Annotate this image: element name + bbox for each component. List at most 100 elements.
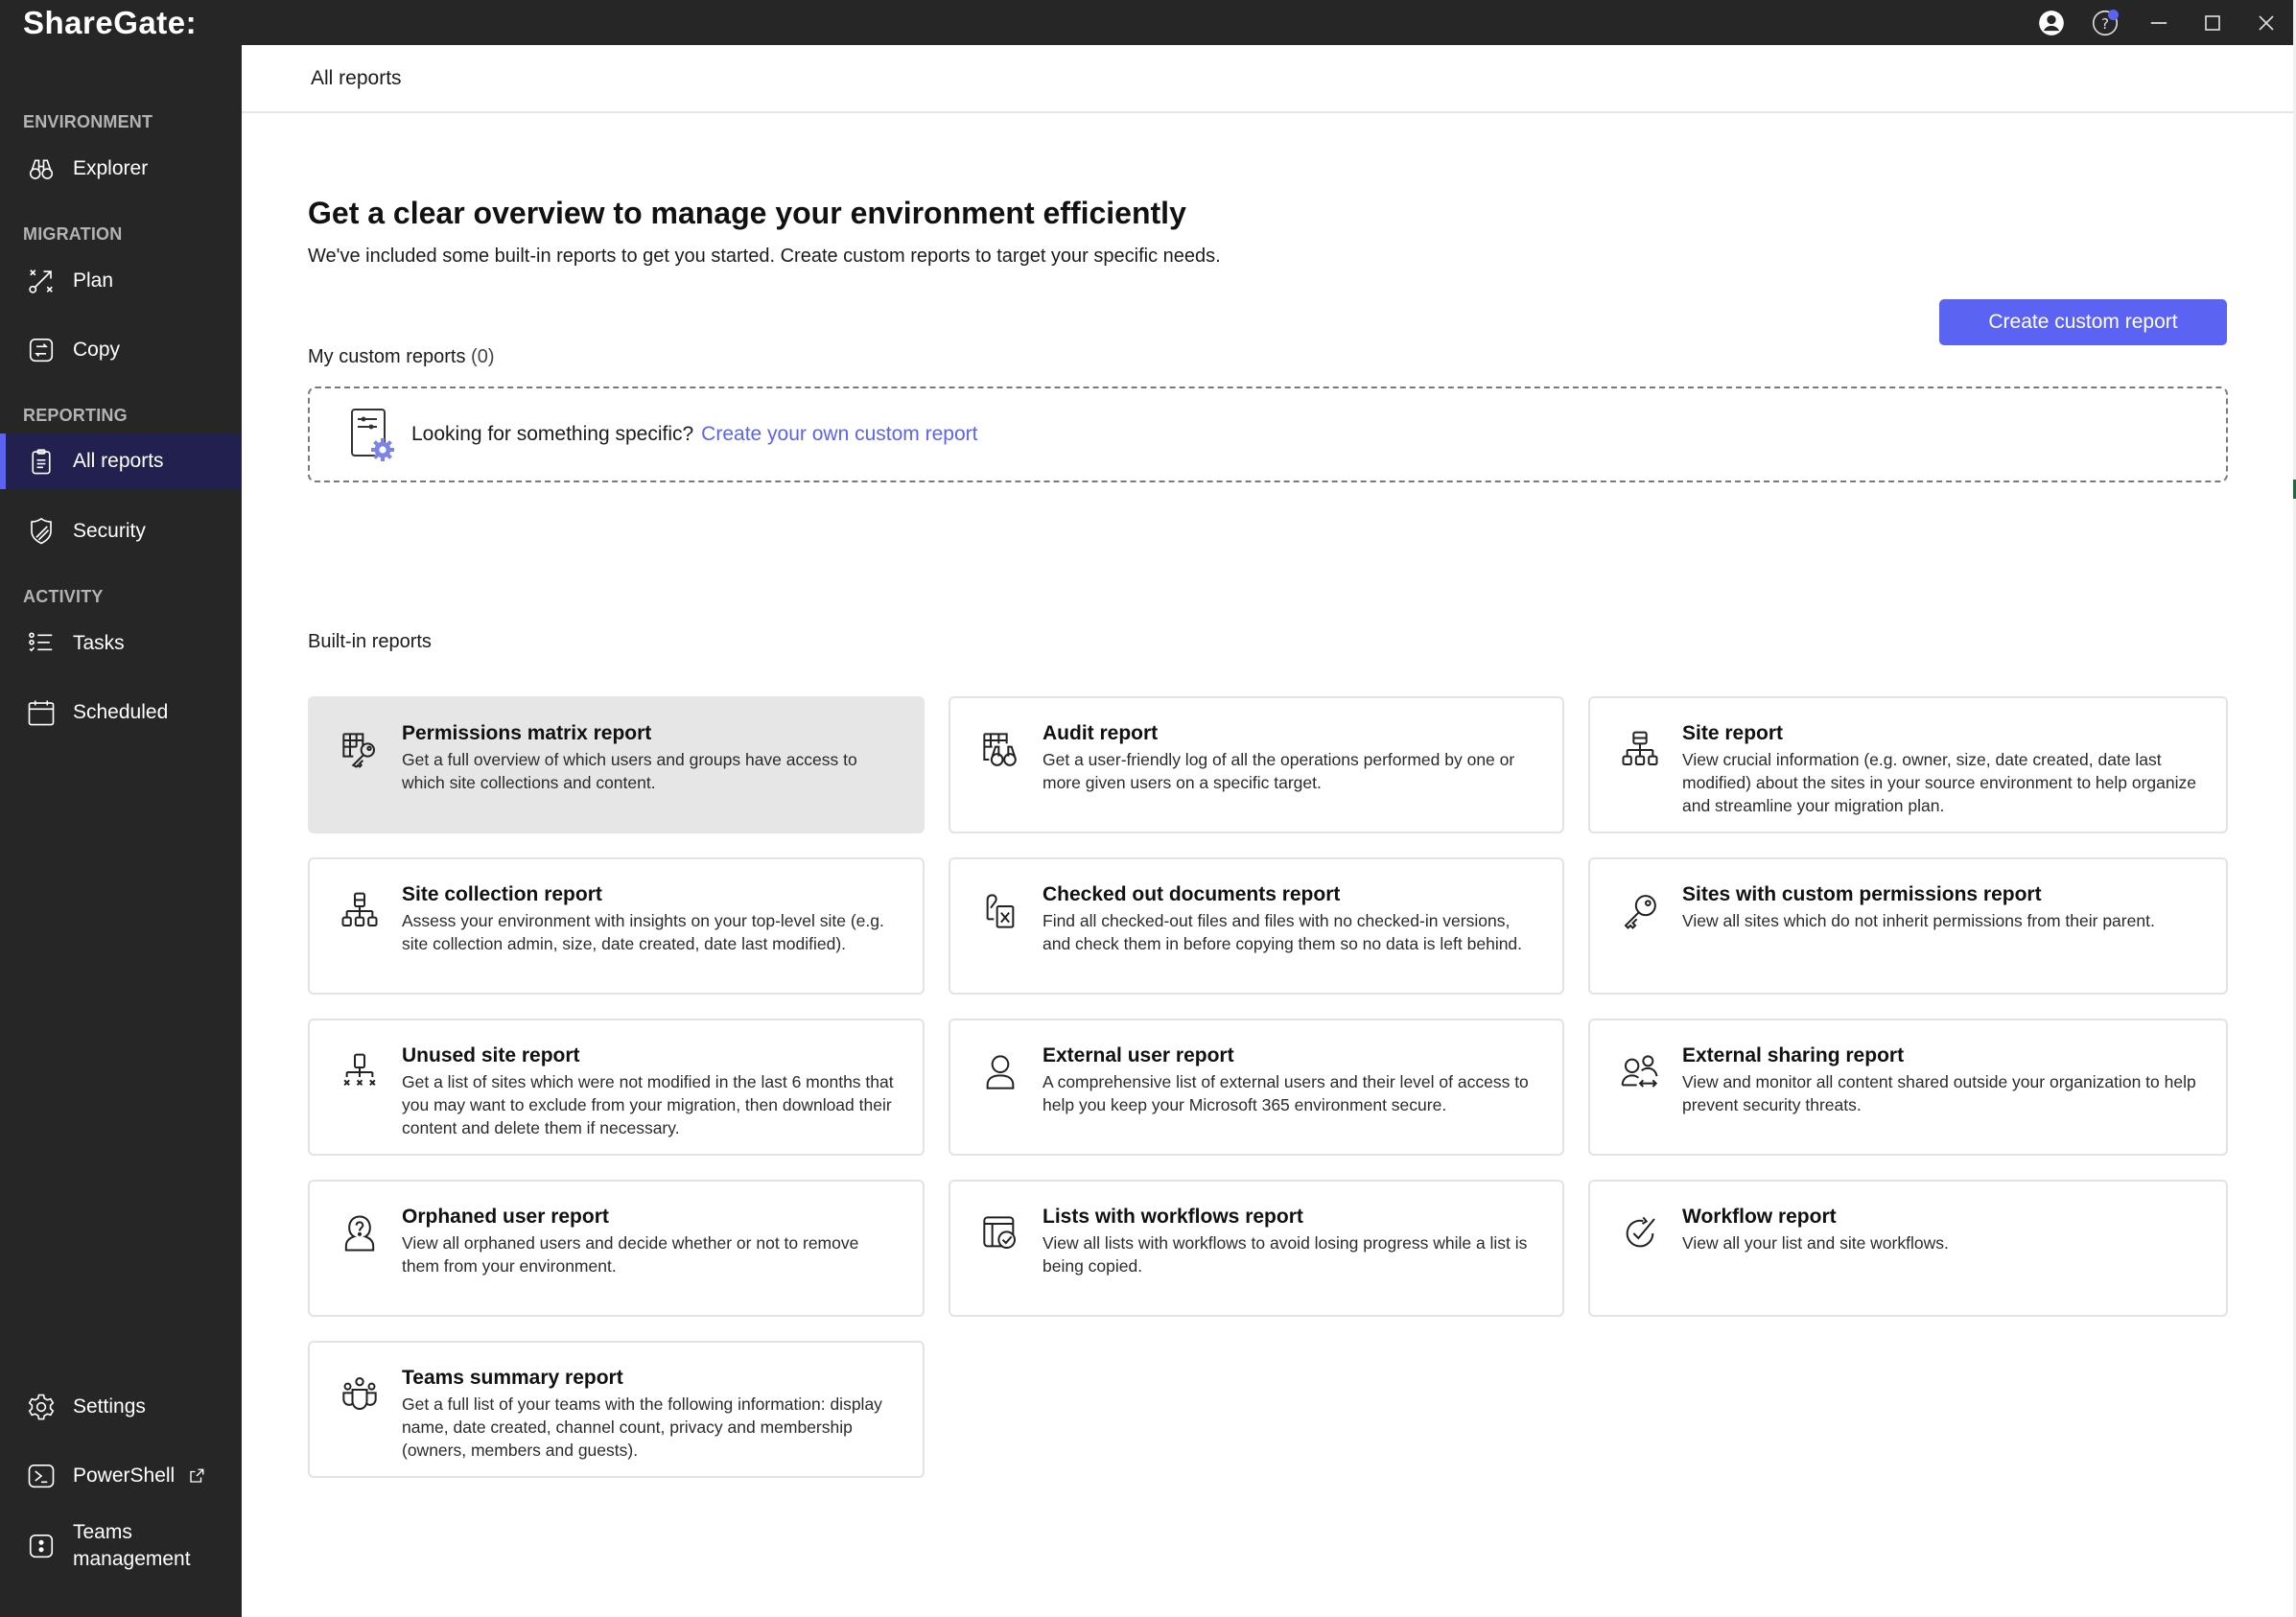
report-card-external-sharing[interactable]: External sharing report View and monitor… — [1588, 1019, 2228, 1156]
report-card-sites-custom-permissions[interactable]: Sites with custom permissions report Vie… — [1588, 857, 2228, 995]
report-title: Sites with custom permissions report — [1682, 883, 2042, 905]
create-own-report-link[interactable]: Create your own custom report — [701, 423, 977, 446]
clipboard-icon — [27, 447, 56, 476]
page-header: All reports — [242, 45, 2293, 113]
section-label-reporting: REPORTING — [23, 406, 128, 425]
sidebar-item-scheduled[interactable]: Scheduled — [0, 685, 242, 740]
page-subtitle: We've included some built-in reports to … — [308, 246, 1221, 267]
workflow-icon — [1621, 1214, 1659, 1253]
empty-state-prompt: Looking for something specific? — [411, 423, 694, 445]
tasks-icon — [27, 629, 56, 658]
create-custom-report-button[interactable]: Create custom report — [1939, 299, 2227, 345]
report-card-audit[interactable]: Audit report Get a user-friendly log of … — [949, 696, 1564, 833]
report-title: Checked out documents report — [1043, 883, 1341, 905]
section-label-environment: ENVIRONMENT — [23, 112, 153, 131]
sidebar-item-all-reports[interactable]: All reports — [0, 434, 242, 489]
report-description: A comprehensive list of external users a… — [1043, 1072, 1529, 1114]
list-workflow-icon — [981, 1214, 1019, 1253]
calendar-icon — [27, 698, 56, 727]
teams-group-icon — [340, 1375, 379, 1414]
custom-reports-heading: My custom reports (0) — [308, 346, 495, 367]
checked-out-document-icon — [981, 892, 1019, 930]
shield-icon — [27, 517, 56, 546]
report-description: View all your list and site workflows. — [1682, 1233, 1949, 1253]
report-card-lists-with-workflows[interactable]: Lists with workflows report View all lis… — [949, 1180, 1564, 1317]
sidebar-item-security[interactable]: Security — [0, 504, 242, 559]
custom-reports-count: (0) — [471, 346, 495, 367]
report-card-unused-site[interactable]: Unused site report Get a list of sites w… — [308, 1019, 925, 1156]
sidebar-item-label: Scheduled — [73, 701, 169, 723]
sidebar-item-teams-management[interactable]: Teams management — [0, 1512, 242, 1580]
section-label-migration: MIGRATION — [23, 224, 123, 244]
report-description: View all lists with workflows to avoid l… — [1043, 1233, 1528, 1276]
terminal-icon — [27, 1462, 56, 1490]
report-title: Permissions matrix report — [402, 722, 652, 744]
title-bar: ShareGate: ? — [0, 0, 2293, 45]
key-icon — [1621, 892, 1659, 930]
help-button[interactable]: ? — [2078, 0, 2132, 45]
plan-icon — [27, 267, 56, 295]
window-controls: ? — [2025, 0, 2293, 45]
maximize-button[interactable] — [2186, 0, 2239, 45]
sidebar-item-label: Teams management — [73, 1521, 191, 1570]
report-card-orphaned-user[interactable]: Orphaned user report View all orphaned u… — [308, 1180, 925, 1317]
report-description: Assess your environment with insights on… — [402, 911, 884, 953]
custom-report-document-icon — [351, 409, 394, 461]
sidebar-item-label: Plan — [73, 270, 114, 292]
notification-badge — [2108, 10, 2119, 20]
report-card-permissions-matrix[interactable]: Permissions matrix report Get a full ove… — [308, 696, 925, 833]
report-description: Get a user-friendly log of all the opera… — [1043, 750, 1515, 792]
sidebar-item-label: Copy — [73, 339, 121, 361]
maximize-icon — [2205, 14, 2220, 31]
report-description: View all orphaned users and decide wheth… — [402, 1233, 859, 1276]
report-title: Teams summary report — [402, 1367, 623, 1389]
report-card-site-collection[interactable]: Site collection report Assess your envir… — [308, 857, 925, 995]
report-description: Get a full overview of which users and g… — [402, 750, 857, 792]
sidebar-item-plan[interactable]: Plan — [0, 253, 242, 309]
breadcrumb: All reports — [311, 66, 402, 89]
report-card-site[interactable]: Site report View crucial information (e.… — [1588, 696, 2228, 833]
report-card-teams-summary[interactable]: Teams summary report Get a full list of … — [308, 1341, 925, 1478]
sidebar-item-label: All reports — [73, 450, 164, 472]
report-card-workflow[interactable]: Workflow report View all your list and s… — [1588, 1180, 2228, 1317]
teams-icon — [27, 1532, 56, 1560]
report-card-checked-out-documents[interactable]: Checked out documents report Find all ch… — [949, 857, 1564, 995]
report-title: External user report — [1043, 1044, 1234, 1066]
built-in-reports-heading: Built-in reports — [308, 631, 432, 652]
site-collection-icon — [340, 892, 379, 930]
report-title: Unused site report — [402, 1044, 580, 1066]
report-card-external-user[interactable]: External user report A comprehensive lis… — [949, 1019, 1564, 1156]
report-title: External sharing report — [1682, 1044, 1905, 1066]
report-title: Lists with workflows report — [1043, 1206, 1303, 1228]
external-link-icon — [190, 1468, 204, 1483]
report-description: Get a list of sites which were not modif… — [402, 1072, 894, 1137]
report-description: View all sites which do not inherit perm… — [1682, 911, 2155, 930]
report-description: Find all checked-out files and files wit… — [1043, 911, 1523, 953]
sidebar-item-copy[interactable]: Copy — [0, 322, 242, 378]
sidebar-item-tasks[interactable]: Tasks — [0, 616, 242, 671]
sidebar-item-powershell[interactable]: PowerShell — [0, 1448, 242, 1504]
close-button[interactable] — [2239, 0, 2293, 45]
orphaned-user-icon — [340, 1214, 379, 1253]
binoculars-icon — [27, 154, 56, 183]
report-title: Orphaned user report — [402, 1206, 609, 1228]
audit-icon — [981, 731, 1019, 769]
sidebar-item-label: Tasks — [73, 632, 125, 654]
sidebar-item-label: Security — [73, 520, 146, 542]
external-sharing-icon — [1621, 1053, 1659, 1091]
report-description: View and monitor all content shared outs… — [1682, 1072, 2196, 1114]
report-title: Site collection report — [402, 883, 602, 905]
sidebar-item-label: PowerShell — [73, 1465, 176, 1487]
sidebar-item-explorer[interactable]: Explorer — [0, 141, 242, 197]
unused-site-icon — [340, 1053, 379, 1091]
account-button[interactable] — [2025, 0, 2078, 45]
permissions-matrix-icon — [340, 731, 379, 769]
sidebar-item-settings[interactable]: Settings — [0, 1379, 242, 1435]
section-label-activity: ACTIVITY — [23, 587, 104, 606]
main-content: All reports Get a clear overview to mana… — [242, 45, 2293, 1617]
copy-icon — [27, 336, 56, 364]
page-title: Get a clear overview to manage your envi… — [308, 196, 1186, 230]
person-icon — [981, 1053, 1019, 1091]
sidebar-item-label: Settings — [73, 1395, 146, 1418]
minimize-button[interactable] — [2132, 0, 2186, 45]
